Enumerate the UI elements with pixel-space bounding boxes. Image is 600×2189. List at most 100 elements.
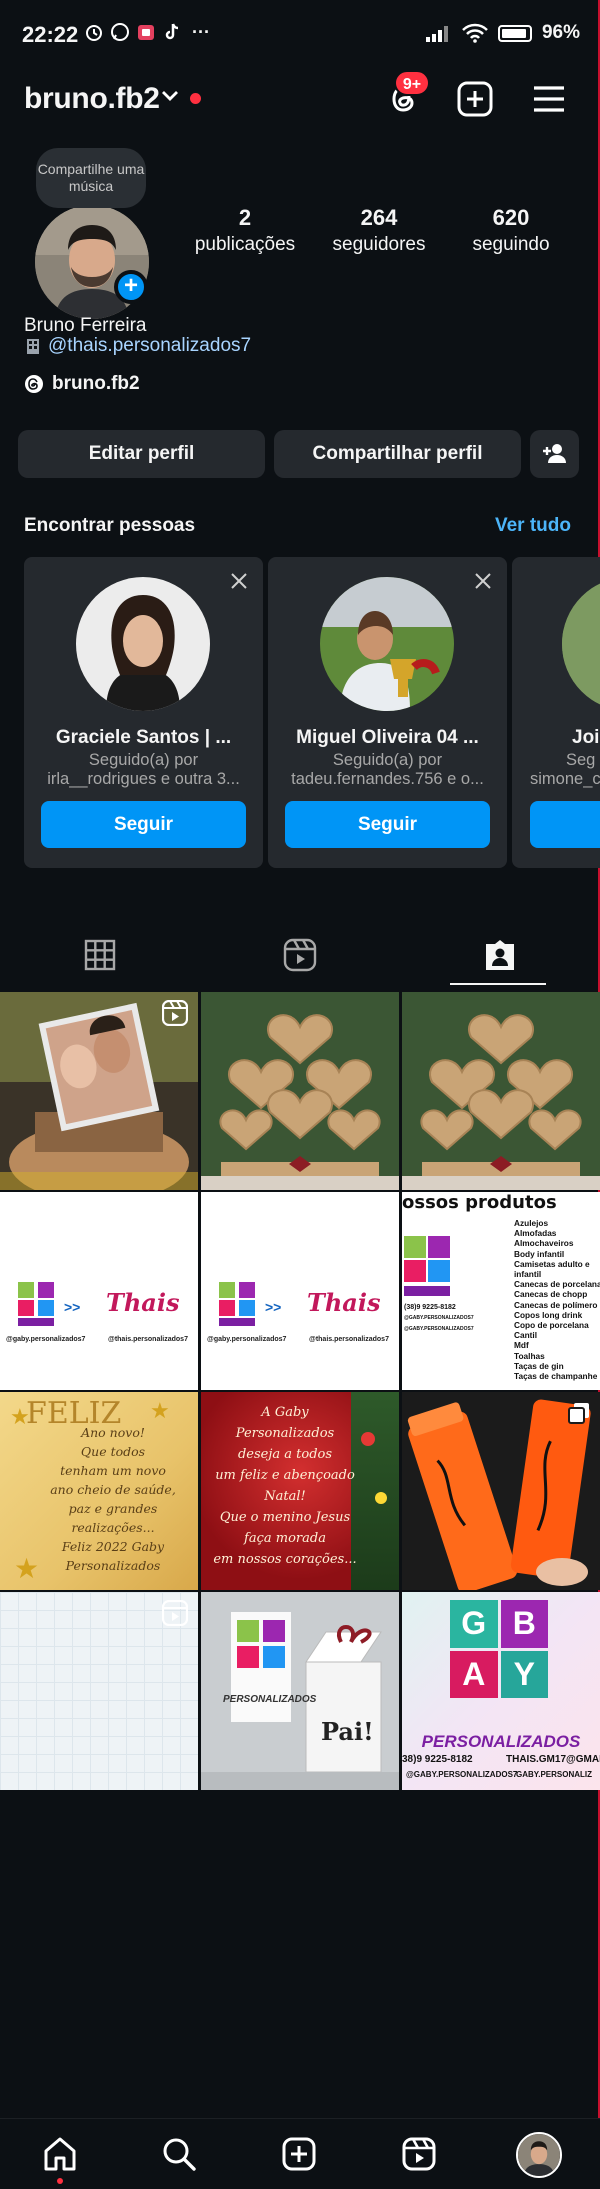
create-plus-icon[interactable] <box>455 79 495 119</box>
tiktok-icon <box>165 23 179 40</box>
nav-home[interactable] <box>38 2132 82 2184</box>
post-tile-gbay-thais[interactable]: >> Thais @gaby.personalizados7 @thais.pe… <box>201 1192 399 1390</box>
nav-profile[interactable] <box>516 2132 562 2178</box>
natal-line: Que o menino Jesus <box>219 1510 351 1525</box>
linked-business-row[interactable]: @thais.personalizados7 <box>24 335 251 357</box>
product-item: Canecas de porcelana <box>514 1279 600 1290</box>
linked-account-link[interactable]: @thais.personalizados7 <box>48 335 251 357</box>
edit-profile-button[interactable]: Editar perfil <box>18 430 265 478</box>
see-all-link[interactable]: Ver tudo <box>495 515 571 537</box>
suggestion-avatar[interactable] <box>76 577 210 711</box>
follow-button[interactable]: Seguir <box>285 801 490 848</box>
natal-line: em nossos corações... <box>213 1552 357 1567</box>
followers-label: seguidores <box>332 234 426 255</box>
products-title: ossos produtos <box>402 1192 557 1213</box>
suggestion-name[interactable]: Graciele Santos | ... <box>34 727 253 749</box>
natal-line: Personalizados <box>235 1426 335 1441</box>
post-tile-blank-reel[interactable] <box>0 1592 198 1790</box>
feliz-line: ano cheio de saúde, <box>50 1482 176 1497</box>
suggestion-followers: irla__rodrigues e outra 3... <box>47 770 240 788</box>
post-tile-heart-frames[interactable] <box>201 992 399 1190</box>
follow-button[interactable]: Seguir <box>41 801 246 848</box>
stat-following[interactable]: 620 seguindo <box>459 205 563 256</box>
close-icon[interactable] <box>473 571 493 591</box>
post-tile-feliz-ano-novo[interactable]: FELIZ ★ ★ ★ Ano novo! Que todos tenham u… <box>0 1392 198 1590</box>
suggestion-followers: tadeu.fernandes.756 e o... <box>291 770 484 788</box>
follow-button[interactable] <box>530 801 600 848</box>
nav-search[interactable] <box>157 2132 201 2176</box>
post-tile-gbay-thais[interactable]: >> Thais @gaby.personalizados7 @thais.pe… <box>0 1192 198 1390</box>
tab-reels[interactable] <box>200 924 400 986</box>
stat-posts[interactable]: 2 publicações <box>193 205 297 256</box>
status-notification-icons: ··· <box>84 22 210 43</box>
threads-badge[interactable]: bruno.fb2 <box>24 373 140 395</box>
products-instagram: @GABY.PERSONALIZADOS7 <box>404 1315 474 1321</box>
post-tile-gbay-card[interactable]: G B A Y PERSONALIZADOS 38)9 9225-8182 TH… <box>402 1592 600 1790</box>
tab-posts-grid[interactable] <box>0 924 200 986</box>
suggestion-name[interactable]: Joi <box>572 727 599 749</box>
profile-avatar <box>518 2134 560 2176</box>
product-item: Azulejos <box>514 1218 549 1228</box>
suggestion-followed-by: Seg <box>566 751 596 769</box>
gbay-email: THAIS.GM17@GMAIL <box>506 1754 600 1765</box>
suggestion-followers: simone_c <box>530 770 600 788</box>
suggestion-avatar[interactable] <box>562 577 600 711</box>
tab-tagged[interactable] <box>400 924 600 986</box>
gbay-instagram: @GABY.PERSONALIZADOS7 <box>406 1770 518 1779</box>
thais-brand: Thais <box>307 1288 381 1317</box>
stat-followers[interactable]: 264 seguidores <box>327 205 431 256</box>
posts-count: 2 <box>238 205 252 230</box>
post-tile-products[interactable]: ossos produtos (38)9 9225-8182 @GABY.PER… <box>402 1192 600 1390</box>
product-item: Cantil <box>514 1330 538 1341</box>
natal-line: um feliz e abençoado <box>215 1468 355 1483</box>
suggestion-card[interactable]: Miguel Oliveira 04 ... Seguido(a) por ta… <box>268 557 507 868</box>
suggestion-followed-by: Seguido(a) por <box>332 751 443 769</box>
gbay-letter-y: Y <box>500 1650 548 1698</box>
chevron-down-icon[interactable] <box>160 89 180 103</box>
post-tile-bottles[interactable] <box>402 1392 600 1590</box>
ornament-icon <box>375 1492 387 1504</box>
nav-create[interactable] <box>277 2132 321 2176</box>
product-item: Canecas de chopp <box>514 1289 588 1300</box>
close-icon[interactable] <box>229 571 249 591</box>
feliz-line: realizações... <box>71 1520 155 1535</box>
battery-percent: 96% <box>541 22 580 43</box>
alarm-icon <box>86 25 102 41</box>
products-facebook: @GABY.PERSONALIZADOS7 <box>404 1326 474 1332</box>
gbay-logo <box>404 1236 450 1312</box>
product-item: Almofadas <box>514 1228 557 1239</box>
more-notifications: ··· <box>192 22 210 42</box>
reel-indicator-icon <box>162 1000 188 1026</box>
nav-reels[interactable] <box>397 2132 441 2176</box>
star-decoration-icon: ★ <box>150 1398 170 1423</box>
star-decoration-icon: ★ <box>14 1553 40 1584</box>
gbay-logo: G B A Y <box>450 1600 548 1698</box>
gbay-brand: PERSONALIZADOS <box>421 1732 581 1751</box>
username-switcher[interactable]: bruno.fb2 <box>24 82 160 116</box>
share-profile-button[interactable]: Compartilhar perfil <box>274 430 521 478</box>
home-icon <box>44 2137 76 2171</box>
suggestion-avatar[interactable] <box>320 577 454 711</box>
discover-people-button[interactable] <box>530 430 579 478</box>
post-tile-natal[interactable]: A Gaby Personalizados deseja a todos um … <box>201 1392 399 1590</box>
natal-line: faça morada <box>244 1531 326 1546</box>
post-tile-heart-frames[interactable] <box>402 992 600 1190</box>
suggestion-card[interactable]: Graciele Santos | ... Seguido(a) por irl… <box>24 557 263 868</box>
product-item: Almochaveiros <box>514 1238 574 1249</box>
suggestion-mutuals: Seguido(a) por tadeu.fernandes.756 e o..… <box>276 751 499 789</box>
add-story-plus-icon[interactable]: + <box>114 270 148 304</box>
profile-full-name: Bruno Ferreira <box>24 315 147 336</box>
wifi-icon <box>462 23 488 43</box>
product-item: Copos long drink <box>514 1309 583 1320</box>
suggestion-name[interactable]: Miguel Oliveira 04 ... <box>278 727 497 749</box>
add-person-icon <box>542 444 566 463</box>
menu-icon[interactable] <box>529 79 569 119</box>
products-phone: (38)9 9225-8182 <box>404 1304 456 1311</box>
post-tile-reel-photo[interactable] <box>0 992 198 1190</box>
post-tile-gift-box[interactable]: PERSONALIZADOS Pai! <box>201 1592 399 1790</box>
box-text: Pai! <box>321 1717 374 1746</box>
feliz-line: Personalizados <box>65 1558 161 1573</box>
suggestion-card-partial[interactable]: Joi Seg simone_c <box>512 557 600 868</box>
following-count: 620 <box>492 205 530 230</box>
share-music-bubble[interactable]: Compartilhe uma música <box>36 148 146 208</box>
